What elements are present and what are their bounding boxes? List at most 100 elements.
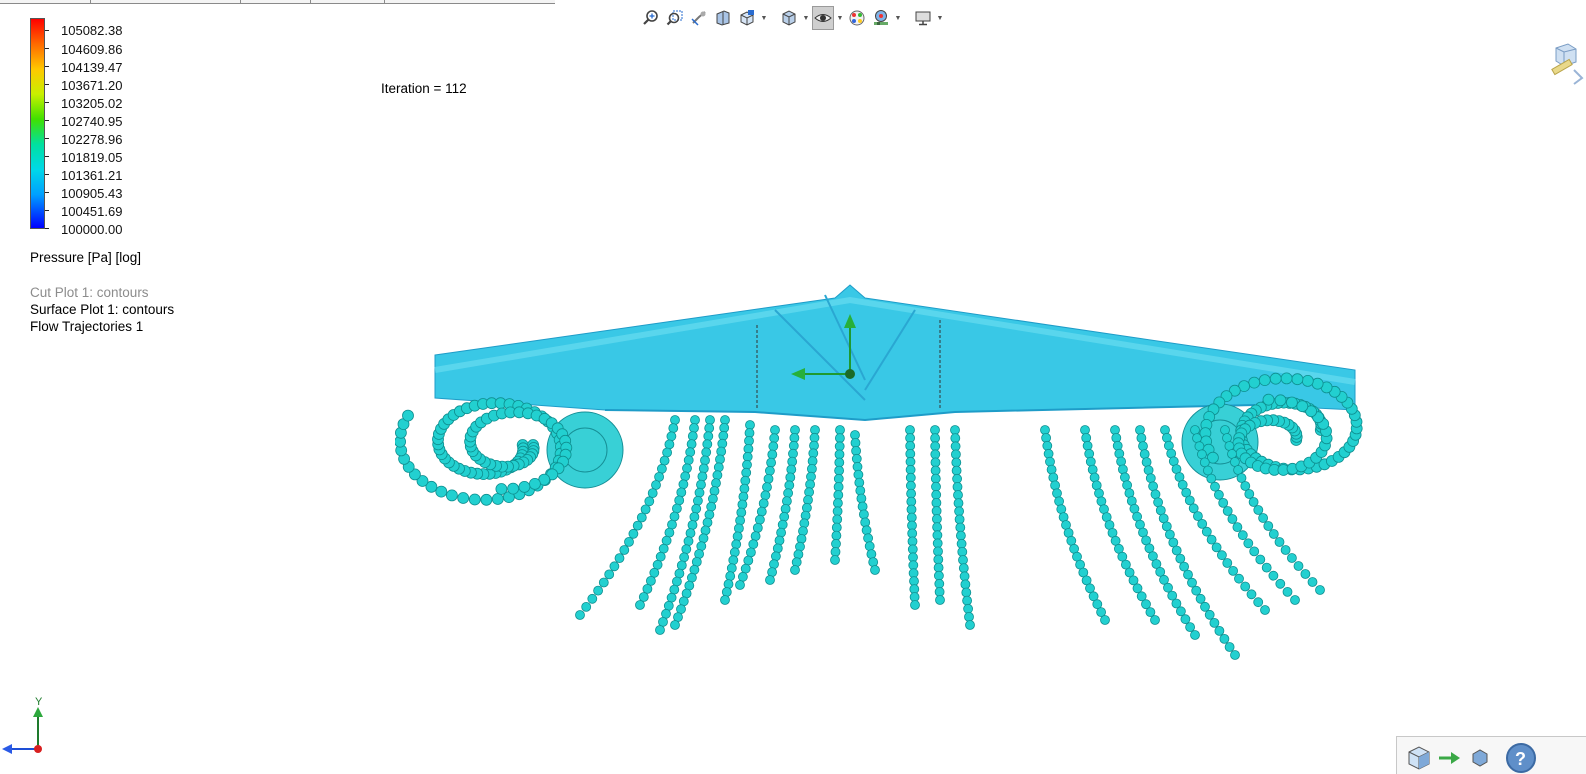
trajectory-particle bbox=[834, 457, 845, 468]
trajectory-particle bbox=[935, 595, 945, 605]
hide-show-items-icon[interactable] bbox=[812, 6, 834, 30]
trajectory-particle bbox=[953, 490, 963, 500]
trajectory-particle bbox=[683, 455, 694, 466]
edit-appearance-icon[interactable] bbox=[846, 6, 868, 30]
trajectory-particle bbox=[1210, 481, 1220, 492]
trajectory-particle bbox=[733, 523, 744, 534]
trajectory-particle bbox=[790, 565, 800, 575]
trajectory-particle bbox=[674, 495, 685, 506]
trajectory-particle bbox=[655, 625, 665, 635]
trajectory-particle bbox=[931, 481, 941, 492]
cube-view-icon[interactable] bbox=[1405, 745, 1433, 771]
trajectory-particle bbox=[1135, 425, 1145, 435]
trajectory-particle bbox=[932, 530, 943, 541]
zoom-to-area-icon[interactable] bbox=[664, 6, 686, 30]
trajectory-particle bbox=[737, 571, 748, 582]
trajectory-particle bbox=[1187, 577, 1197, 588]
trajectory-particle bbox=[491, 493, 504, 505]
feature-cut-plot[interactable]: Cut Plot 1: contours bbox=[30, 284, 174, 301]
trajectory-particle bbox=[457, 492, 470, 504]
trajectory-particle bbox=[656, 463, 667, 474]
legend-value: 100451.69 bbox=[61, 204, 123, 219]
trajectory-particle bbox=[1116, 456, 1126, 467]
trajectory-particle bbox=[1176, 606, 1186, 617]
feature-surface-plot[interactable]: Surface Plot 1: contours bbox=[30, 301, 174, 318]
trajectory-particle bbox=[681, 544, 692, 555]
trajectory-particle bbox=[640, 504, 651, 515]
trajectory-particle bbox=[690, 415, 700, 425]
trajectory-particle bbox=[832, 498, 843, 509]
trajectory-particle bbox=[1287, 553, 1297, 563]
trajectory-particle bbox=[962, 595, 972, 606]
trajectory-particle bbox=[1246, 589, 1257, 600]
trajectory-particle bbox=[830, 546, 841, 557]
trajectory-particle bbox=[1171, 545, 1182, 556]
trajectory-particle bbox=[834, 465, 845, 476]
trajectory-particle bbox=[1132, 583, 1143, 594]
trajectory-particle bbox=[1194, 441, 1205, 452]
trajectory-particle bbox=[780, 503, 791, 514]
hide-show-dropdown-icon[interactable]: ▼ bbox=[836, 6, 844, 30]
heads-up-view-toolbar: ▼ ▼ ▼ ▼ ▼ bbox=[640, 4, 944, 32]
trajectory-particle bbox=[779, 511, 790, 522]
trajectory-particle bbox=[740, 563, 751, 574]
iteration-label: Iteration = 112 bbox=[381, 81, 467, 96]
trajectory-particle bbox=[957, 546, 968, 557]
trajectory-particle bbox=[930, 457, 941, 468]
trajectory-particle bbox=[1258, 513, 1268, 523]
trajectory-particle bbox=[950, 433, 961, 444]
trajectory-particle bbox=[1290, 595, 1300, 605]
svg-text:?: ? bbox=[1515, 749, 1526, 769]
model-viewport[interactable] bbox=[395, 270, 1370, 670]
trajectory-particle bbox=[706, 501, 717, 512]
display-style-dropdown-icon[interactable]: ▼ bbox=[802, 6, 810, 30]
view-settings-icon[interactable] bbox=[912, 6, 934, 30]
trajectory-particle bbox=[1293, 561, 1304, 571]
section-view-icon[interactable] bbox=[712, 6, 734, 30]
trajectory-particle bbox=[644, 496, 655, 507]
trajectory-particle bbox=[721, 587, 732, 597]
trajectory-particle bbox=[1094, 488, 1104, 499]
trajectory-particle bbox=[930, 465, 941, 476]
trajectory-particle bbox=[593, 585, 604, 596]
display-style-icon[interactable] bbox=[778, 6, 800, 30]
trajectory-particle bbox=[760, 490, 771, 501]
trajectory-particle bbox=[768, 441, 779, 452]
trajectory-particle bbox=[1179, 561, 1189, 572]
trajectory-particle bbox=[732, 531, 743, 542]
view-orientation-dropdown-icon[interactable]: ▼ bbox=[760, 6, 768, 30]
trajectory-particle bbox=[704, 423, 715, 434]
trajectory-particle bbox=[1291, 373, 1304, 386]
feature-flow-trajectories[interactable]: Flow Trajectories 1 bbox=[30, 318, 174, 335]
zoom-to-fit-icon[interactable] bbox=[640, 6, 662, 30]
trajectory-particle bbox=[682, 463, 692, 474]
trajectory-particle bbox=[772, 543, 783, 554]
previous-view-icon[interactable] bbox=[688, 6, 710, 30]
trajectory-particle bbox=[950, 441, 961, 452]
trajectory-particle bbox=[1195, 593, 1206, 604]
trajectory-particle bbox=[1274, 394, 1287, 407]
trajectory-particle bbox=[636, 512, 647, 523]
trajectory-particle bbox=[1249, 546, 1260, 557]
trajectory-particle bbox=[834, 441, 845, 452]
trajectory-particle bbox=[697, 471, 708, 482]
trajectory-particle bbox=[743, 555, 754, 566]
small-cube-icon[interactable] bbox=[1471, 749, 1489, 767]
trajectory-particle bbox=[581, 601, 592, 612]
trajectory-particle bbox=[765, 575, 775, 585]
trajectory-particle bbox=[1209, 617, 1220, 628]
view-settings-dropdown-icon[interactable]: ▼ bbox=[936, 6, 944, 30]
help-icon[interactable]: ? bbox=[1505, 742, 1537, 774]
trajectory-particle bbox=[736, 507, 747, 518]
trajectory-particle bbox=[468, 493, 481, 506]
trajectory-particle bbox=[624, 536, 634, 547]
trajectory-particle bbox=[860, 517, 871, 528]
bottom-right-tools: ? bbox=[1396, 736, 1586, 774]
trajectory-particle bbox=[953, 498, 964, 509]
apply-scene-icon[interactable] bbox=[870, 6, 892, 30]
trajectory-particle bbox=[1200, 601, 1210, 612]
task-pane-view-icon[interactable] bbox=[1546, 40, 1586, 90]
apply-scene-dropdown-icon[interactable]: ▼ bbox=[894, 6, 902, 30]
view-orientation-icon[interactable] bbox=[736, 6, 758, 30]
trajectory-particle bbox=[614, 553, 625, 564]
